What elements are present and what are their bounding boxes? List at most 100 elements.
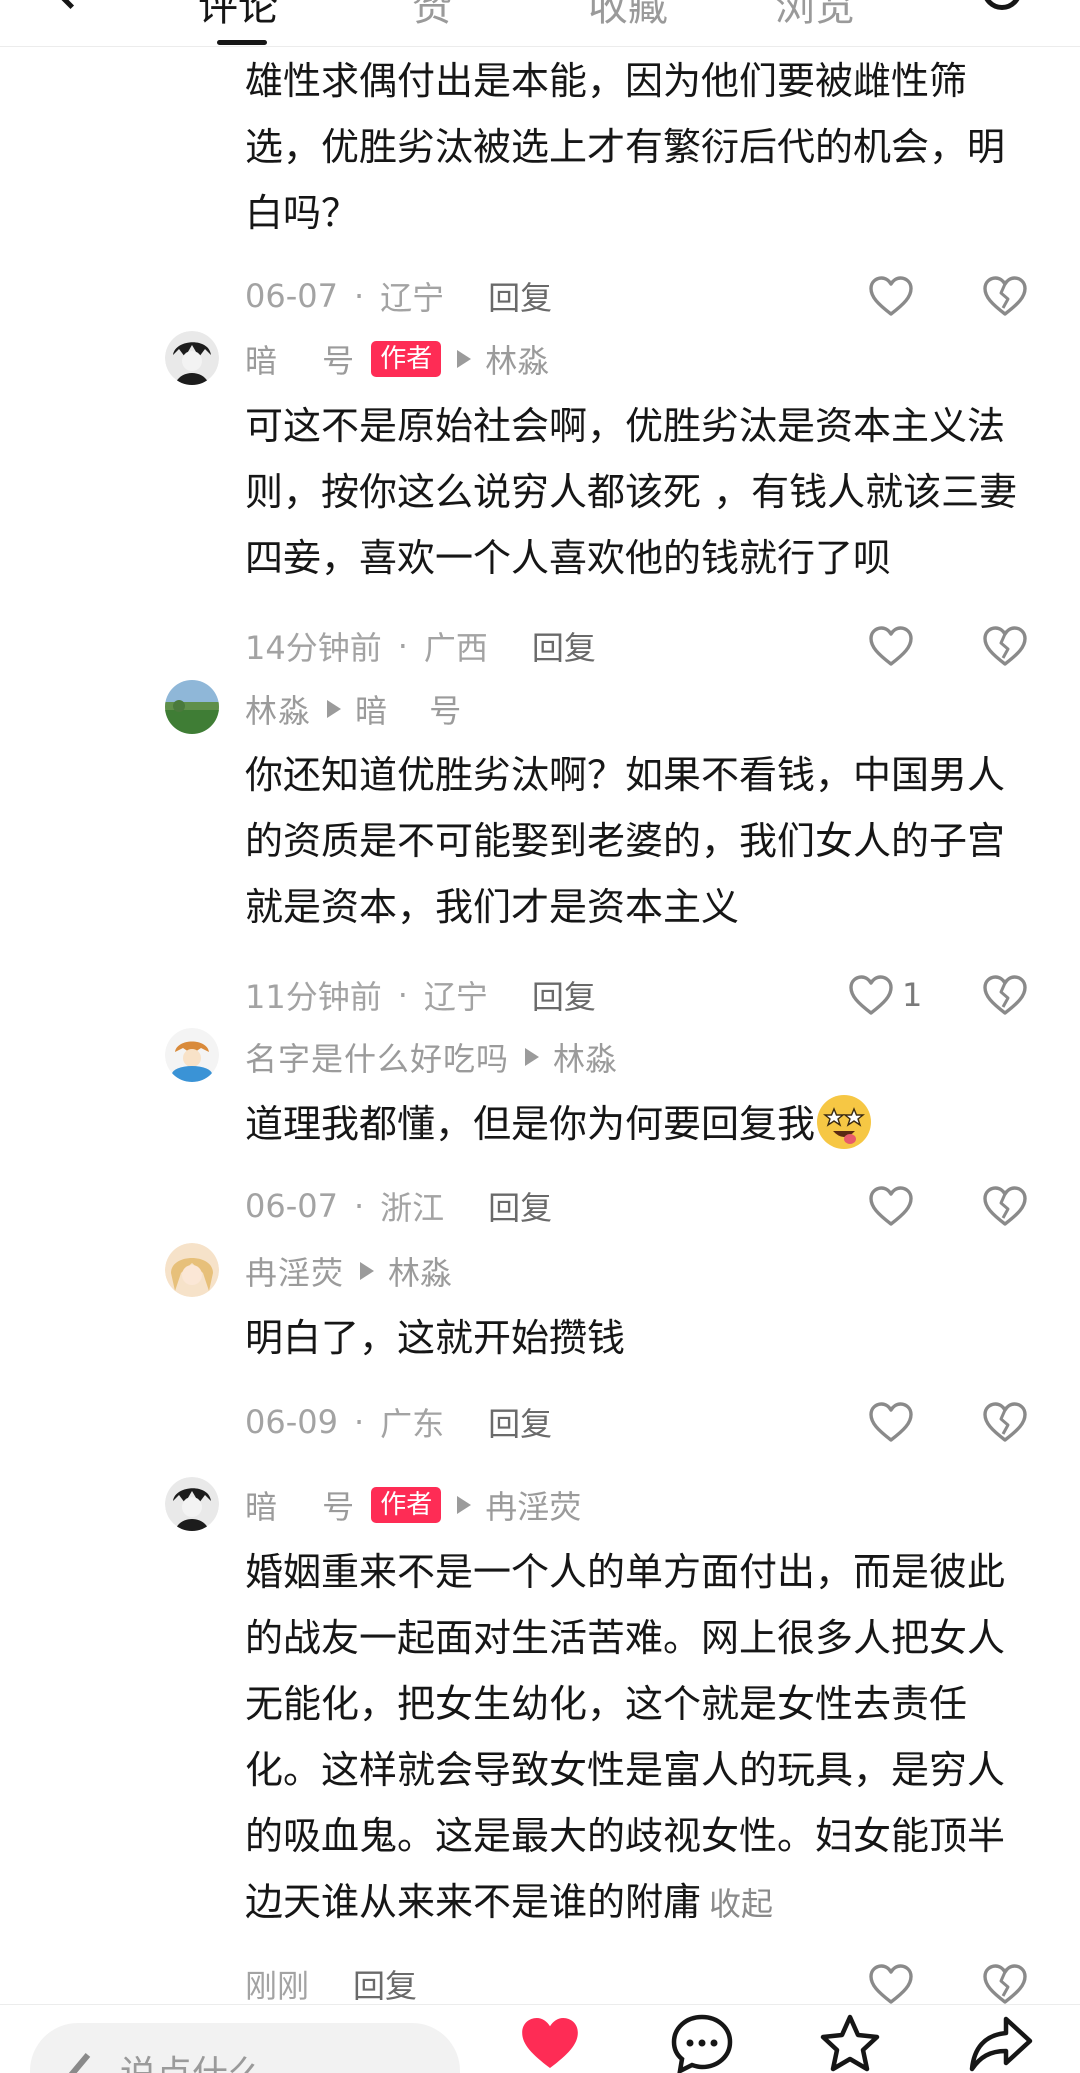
like-button[interactable] [868, 271, 922, 321]
comment-input-placeholder: 说点什么... [120, 2045, 298, 2073]
comment-meta: 06-07 · 辽宁 回复 [245, 271, 552, 321]
share-icon [969, 2016, 1033, 2072]
commenter-name[interactable]: 暗 号 [245, 1482, 355, 1528]
reply-button[interactable]: 回复 [532, 623, 596, 669]
reply-button[interactable]: 回复 [532, 972, 596, 1018]
broken-heart-icon [983, 1402, 1027, 1442]
active-tab-underline [217, 40, 267, 45]
collapse-button[interactable]: 收起 [709, 1885, 773, 1923]
comment-meta: 06-09 · 广东 回复 [245, 1397, 552, 1447]
avatar[interactable] [165, 331, 219, 385]
share-button[interactable] [968, 2013, 1034, 2073]
like-button[interactable] [868, 1959, 922, 2009]
separator-dot: · [353, 1187, 365, 1225]
starstruck-emoji-icon [815, 1093, 873, 1151]
avatar[interactable] [165, 680, 219, 734]
avatar[interactable] [165, 1477, 219, 1531]
separator-dot: · [353, 1403, 365, 1441]
comment-header: 林淼 暗 号 [245, 684, 461, 734]
tab-favorites[interactable]: 收藏 [588, 0, 668, 32]
like-button[interactable]: 1 [848, 970, 922, 1020]
comment-header: 暗 号 作者 冉淫荧 [245, 1480, 581, 1530]
commenter-name[interactable]: 冉淫荧 [245, 1248, 344, 1294]
comment-text: 道理我都懂，但是你为何要回复我 [245, 1091, 1025, 1157]
dislike-button[interactable] [982, 970, 1028, 1020]
comment-time: 06-07 [245, 1187, 338, 1225]
comment-header: 暗 号 作者 林淼 [245, 334, 549, 384]
tab-views[interactable]: 浏览 [775, 0, 855, 32]
reply-to-name[interactable]: 冉淫荧 [485, 1482, 581, 1528]
dislike-button[interactable] [982, 621, 1028, 671]
avatar[interactable] [165, 1243, 219, 1297]
comment-location: 辽宁 [423, 978, 488, 1016]
reply-button[interactable]: 回复 [488, 1399, 552, 1445]
reply-to-name[interactable]: 林淼 [388, 1248, 452, 1294]
pencil-icon [63, 2053, 91, 2073]
reply-to-name[interactable]: 暗 号 [355, 686, 461, 732]
reply-to-name[interactable]: 林淼 [553, 1034, 617, 1080]
broken-heart-icon [983, 1186, 1027, 1226]
top-tab-bar: 评论 赞 收藏 浏览 [0, 0, 1080, 47]
separator-dot: · [397, 627, 408, 665]
like-button[interactable] [868, 1181, 922, 1231]
star-icon [820, 2014, 880, 2072]
like-button[interactable] [868, 1397, 922, 1447]
reply-button[interactable]: 回复 [353, 1961, 417, 2007]
comment-text-content: 道理我都懂，但是你为何要回复我 [245, 1102, 816, 1146]
reply-arrow-icon [327, 700, 342, 718]
comment-text: 可这不是原始社会啊，优胜劣汰是资本主义法则，按你这么说穷人都该死 ，有钱人就该三… [245, 404, 1018, 580]
comment-time: 06-07 [245, 277, 338, 315]
reply-to-name[interactable]: 林淼 [485, 336, 549, 382]
like-count: 1 [902, 976, 923, 1014]
like-video-button[interactable] [518, 2013, 582, 2073]
comment-location: 广西 [423, 629, 488, 667]
comment-meta: 刚刚 回复 [245, 1959, 417, 2009]
commenter-name[interactable]: 暗 号 [245, 336, 355, 382]
comment-text: 明白了，这就开始攒钱 [245, 1316, 626, 1360]
reply-button[interactable]: 回复 [488, 273, 552, 319]
comment-time: 06-09 [245, 1403, 338, 1441]
commenter-name[interactable]: 名字是什么好吃吗 [245, 1034, 509, 1080]
commenter-name[interactable]: 林淼 [245, 686, 311, 732]
tab-likes[interactable]: 赞 [412, 0, 452, 32]
back-arrow-icon[interactable] [49, 0, 92, 10]
comment-bubble-icon [671, 2014, 733, 2073]
comment-location: 广东 [380, 1405, 445, 1443]
comment-time: 刚刚 [245, 1967, 310, 2005]
comment-text: 雄性求偶付出是本能，因为他们要被雌性筛选，优胜劣汰被选上才有繁衍后代的机会，明白… [245, 59, 1006, 235]
avatar[interactable] [165, 1028, 219, 1082]
heart-outline-icon [849, 975, 893, 1015]
like-button[interactable] [868, 621, 922, 671]
dislike-button[interactable] [982, 271, 1028, 321]
comment-header: 名字是什么好吃吗 林淼 [245, 1032, 617, 1082]
broken-heart-icon [983, 626, 1027, 666]
comment-meta: 11分钟前 · 辽宁 回复 [245, 970, 596, 1020]
reply-button[interactable]: 回复 [488, 1183, 552, 1229]
bottom-action-bar: 说点什么... [0, 2004, 1080, 2073]
heart-outline-icon [869, 1186, 913, 1226]
comment-meta: 14分钟前 · 广西 回复 [245, 621, 596, 671]
comment-text: 婚姻重来不是一个人的单方面付出，而是彼此的战友一起面对生活苦难。网上很多人把女人… [245, 1539, 1025, 1937]
search-icon[interactable] [982, 0, 1022, 10]
comment-meta: 06-07 · 浙江 回复 [245, 1181, 552, 1231]
comment-time: 11分钟前 [245, 978, 382, 1016]
favorite-button[interactable] [818, 2013, 882, 2073]
comment-location: 辽宁 [380, 279, 445, 317]
dislike-button[interactable] [982, 1181, 1028, 1231]
tab-comments[interactable]: 评论 [198, 0, 278, 32]
comment-input[interactable]: 说点什么... [30, 2023, 460, 2073]
comment-text-content: 婚姻重来不是一个人的单方面付出，而是彼此的战友一起面对生活苦难。网上很多人把女人… [245, 1550, 1006, 1924]
comment-location: 浙江 [380, 1189, 445, 1227]
comment-time: 14分钟前 [245, 629, 382, 667]
dislike-button[interactable] [982, 1959, 1028, 2009]
separator-dot: · [397, 976, 408, 1014]
broken-heart-icon [983, 276, 1027, 316]
dislike-button[interactable] [982, 1397, 1028, 1447]
heart-filled-icon [522, 2017, 578, 2069]
heart-outline-icon [869, 1964, 913, 2004]
reply-arrow-icon [457, 350, 472, 368]
author-badge: 作者 [371, 1487, 442, 1523]
heart-outline-icon [869, 1402, 913, 1442]
comment-button[interactable] [670, 2013, 734, 2073]
heart-outline-icon [869, 276, 913, 316]
